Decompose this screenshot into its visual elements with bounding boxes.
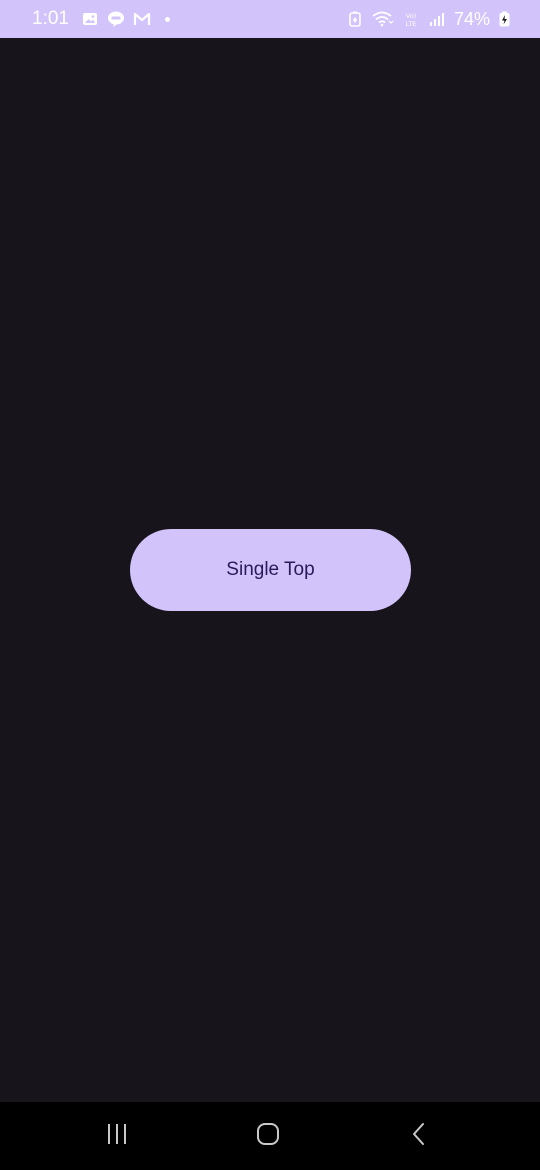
screen: 1:01 Vo) LTE 74% Single Top: [0, 0, 540, 1170]
gallery-icon: [81, 10, 99, 28]
battery-charging-icon: [498, 10, 510, 28]
svg-text:Vo): Vo): [406, 12, 416, 20]
recent-apps-button[interactable]: [77, 1102, 157, 1170]
home-icon: [256, 1122, 280, 1151]
gmail-icon: [133, 10, 151, 28]
signal-icon: [428, 10, 446, 28]
battery-saver-icon: [346, 10, 364, 28]
back-icon: [408, 1122, 432, 1151]
line-app-icon: [107, 10, 125, 28]
battery-percent: 74%: [453, 8, 490, 29]
status-bar: 1:01 Vo) LTE 74%: [0, 0, 540, 38]
status-bar-right: Vo) LTE 74%: [346, 9, 510, 30]
navigation-bar: [0, 1102, 540, 1170]
main-content: Single Top: [0, 38, 540, 1102]
wifi-icon: [372, 10, 394, 28]
recent-apps-icon: [105, 1122, 129, 1151]
status-bar-left: 1:01: [32, 8, 170, 30]
single-top-button[interactable]: Single Top: [130, 529, 411, 611]
back-button[interactable]: [380, 1102, 460, 1170]
volte-icon: Vo) LTE: [402, 10, 420, 28]
home-button[interactable]: [228, 1102, 308, 1170]
notification-dot-icon: [164, 16, 170, 22]
svg-text:LTE: LTE: [406, 20, 417, 28]
status-time: 1:01: [32, 8, 69, 29]
